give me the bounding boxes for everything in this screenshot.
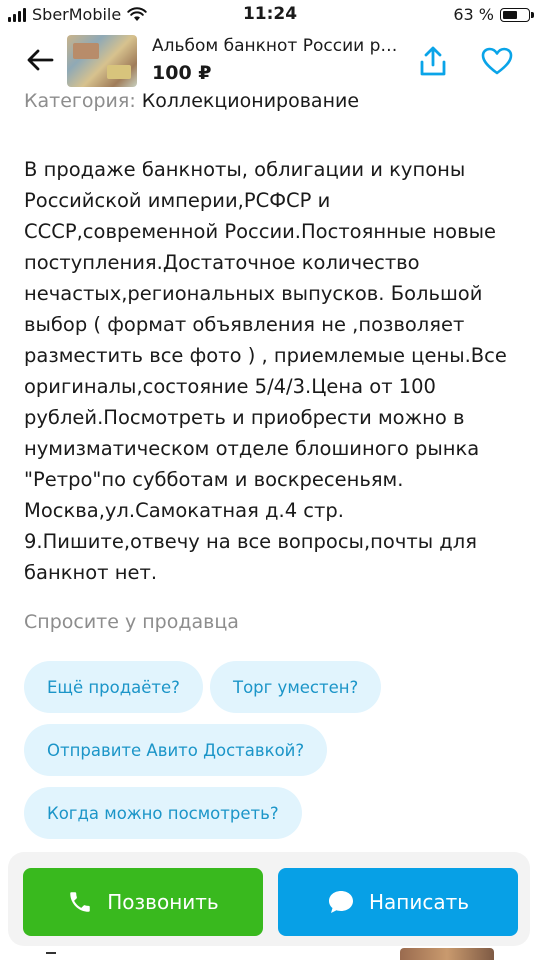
share-button[interactable] — [414, 42, 452, 80]
item-title: Альбом банкнот России раз... — [152, 36, 407, 56]
category-label: Категория: — [24, 90, 136, 112]
quick-question-still-selling[interactable]: Ещё продаёте? — [24, 661, 203, 713]
quick-question-bargain[interactable]: Торг уместен? — [210, 661, 382, 713]
phone-icon — [70, 892, 91, 912]
item-header: Альбом банкнот России раз... 100 ₽ — [0, 30, 540, 92]
battery-percent: 63 % — [453, 5, 494, 24]
write-button[interactable]: Написать — [278, 868, 518, 936]
ask-seller-title: Спросите у продавца — [24, 611, 239, 633]
back-button[interactable] — [22, 42, 58, 78]
status-right: 63 % — [453, 5, 534, 24]
battery-fill — [503, 10, 517, 19]
category-row: Категория: Коллекционирование — [24, 90, 359, 112]
item-thumbnail[interactable] — [67, 35, 137, 87]
call-button-label: Позвонить — [107, 890, 219, 914]
write-button-label: Написать — [368, 890, 470, 914]
next-content-peek — [46, 952, 56, 962]
quick-question-viewing[interactable]: Когда можно посмотреть? — [24, 787, 302, 839]
battery-icon — [500, 7, 534, 22]
next-image-peek — [400, 948, 494, 960]
item-description: В продаже банкноты, облигации и купоны Р… — [24, 158, 507, 584]
chat-bubble-icon — [328, 891, 353, 913]
category-value: Коллекционирование — [141, 90, 360, 112]
item-price: 100 ₽ — [152, 62, 212, 84]
status-bar: SberMobile 11:24 63 % — [0, 0, 540, 30]
quick-question-delivery[interactable]: Отправите Авито Доставкой? — [24, 724, 328, 776]
share-icon — [420, 46, 446, 76]
arrow-left-icon — [27, 49, 54, 71]
favorite-button[interactable] — [477, 42, 517, 80]
call-button[interactable]: Позвонить — [23, 868, 263, 936]
heart-icon — [481, 47, 513, 75]
